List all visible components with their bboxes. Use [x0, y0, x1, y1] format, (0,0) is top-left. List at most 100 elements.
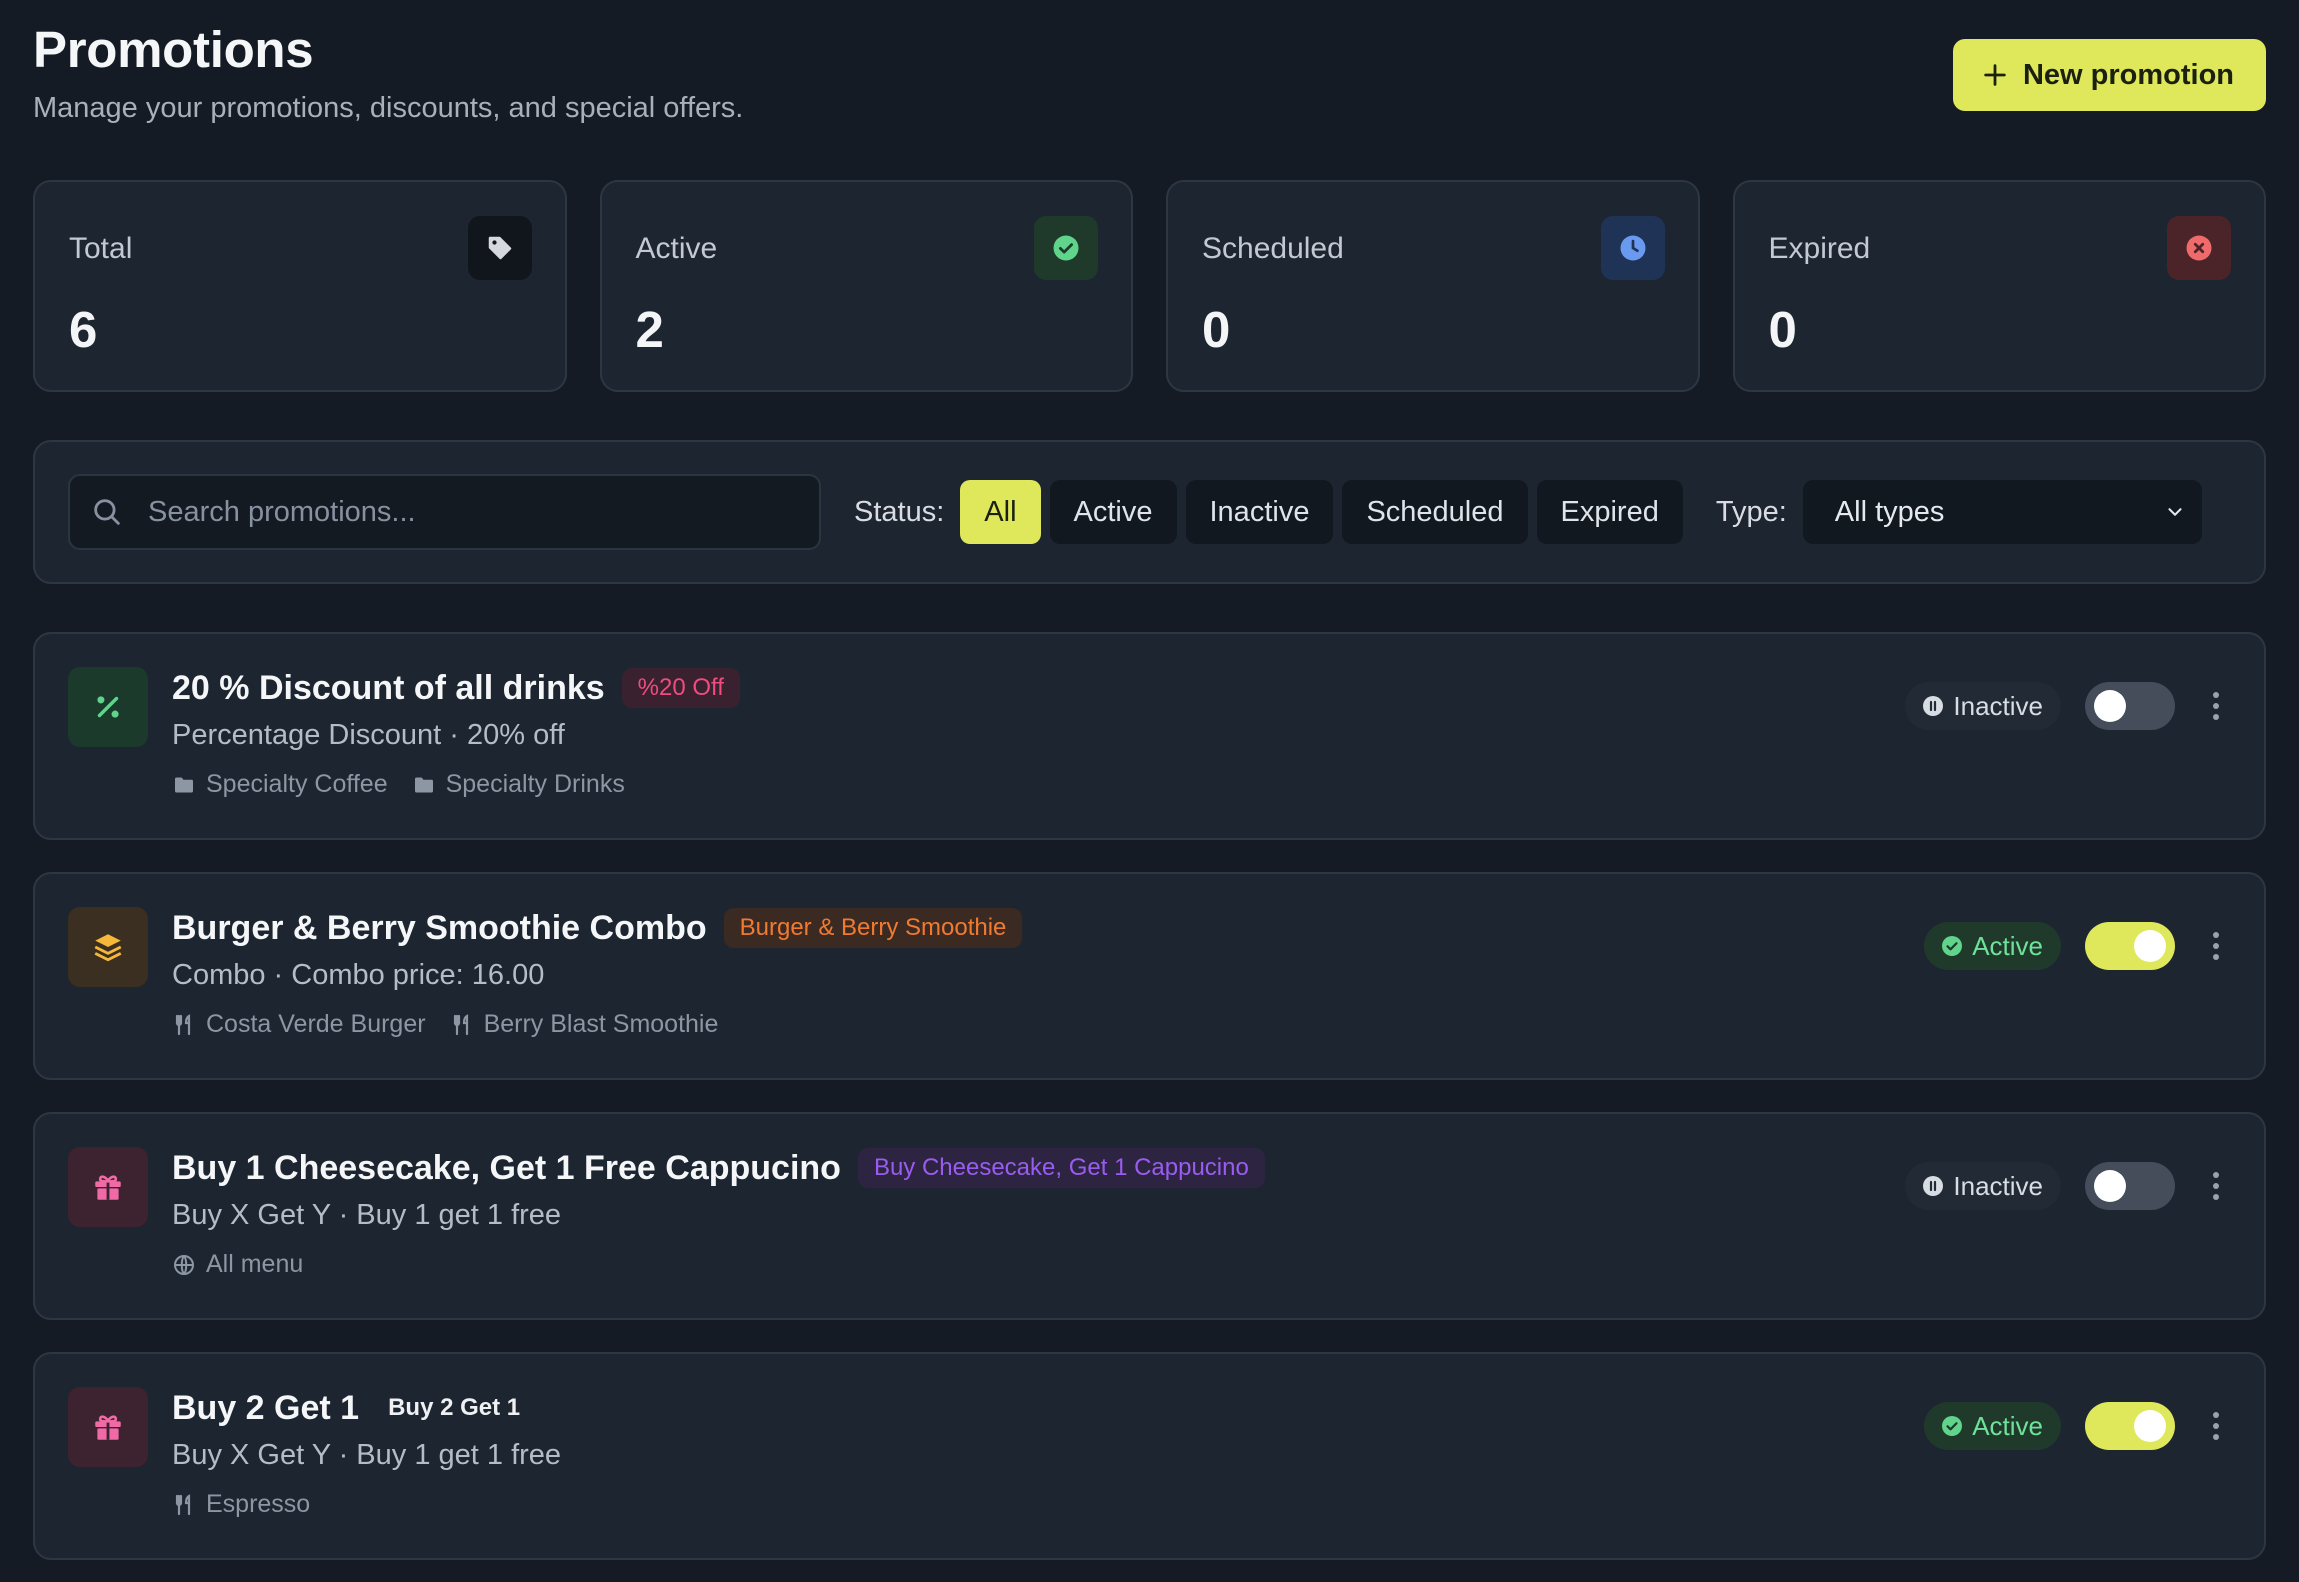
promotion-tag: Berry Blast Smoothie: [450, 1010, 719, 1039]
promotion-card[interactable]: Burger & Berry Smoothie Combo Burger & B…: [33, 872, 2266, 1080]
promotion-controls: Inactive: [1905, 682, 2231, 730]
folder-icon: [414, 777, 433, 792]
pause-circle-icon: [1923, 696, 1944, 716]
promotion-toggle[interactable]: [2085, 682, 2175, 730]
status-badge: Inactive: [1905, 682, 2061, 730]
page-subtitle: Manage your promotions, discounts, and s…: [33, 92, 744, 124]
stat-label: Total: [69, 232, 133, 265]
type-select[interactable]: All types: [1802, 480, 2202, 544]
promotion-card[interactable]: Buy 1 Cheesecake, Get 1 Free Cappucino B…: [33, 1112, 2266, 1320]
tag-icon: [467, 216, 532, 280]
promotion-controls: Active: [1924, 922, 2231, 970]
promotion-title-row: 20 % Discount of all drinks %20 Off: [172, 668, 740, 708]
promotion-title-row: Buy 2 Get 1 Buy 2 Get 1: [172, 1388, 532, 1428]
promotion-tags: Costa Verde Burger Berry Blast Smoothie: [172, 1010, 718, 1039]
promotion-tag-label: Specialty Drinks: [445, 770, 625, 798]
promotion-card[interactable]: Buy 2 Get 1 Buy 2 Get 1 Buy X Get Y · Bu…: [33, 1352, 2266, 1560]
type-filter-label: Type:: [1715, 495, 1787, 528]
promotion-title-row: Buy 1 Cheesecake, Get 1 Free Cappucino B…: [172, 1148, 1265, 1188]
stat-card-active: Active 2: [599, 180, 1133, 392]
plus-icon: [1984, 64, 2006, 86]
folder-icon: [175, 777, 193, 792]
promotion-tag: Espresso: [172, 1490, 310, 1519]
new-promotion-button[interactable]: New promotion: [1952, 39, 2266, 111]
promotion-toggle[interactable]: [2085, 1402, 2175, 1450]
utensils-icon: [175, 1493, 191, 1515]
stat-label: Expired: [1768, 232, 1871, 265]
promotion-tag: Specialty Drinks: [412, 770, 625, 799]
promotion-subtitle: Combo · Combo price: 16.00: [172, 959, 545, 991]
status-filter-inactive[interactable]: Inactive: [1185, 480, 1334, 544]
more-options-button[interactable]: [2201, 1162, 2231, 1210]
promotion-subtitle: Buy X Get Y · Buy 1 get 1 free: [172, 1439, 562, 1471]
status-filter-group: All Active Inactive Scheduled Expired: [960, 480, 1683, 544]
x-circle-icon: [2167, 216, 2231, 280]
stat-label: Active: [635, 232, 718, 265]
more-vertical-icon: [2213, 692, 2219, 720]
stat-value: 6: [69, 301, 98, 358]
promotion-title: Buy 2 Get 1: [172, 1388, 360, 1427]
new-promotion-label: New promotion: [2022, 58, 2234, 91]
promotion-title-row: Burger & Berry Smoothie Combo Burger & B…: [172, 908, 1023, 948]
page-title: Promotions: [33, 21, 314, 78]
stat-value: 2: [635, 301, 664, 358]
gift-icon: [68, 1387, 148, 1467]
stat-value: 0: [1768, 301, 1797, 358]
check-circle-icon: [1942, 936, 1963, 956]
more-vertical-icon: [2213, 1172, 2219, 1200]
status-badge-label: Inactive: [1953, 1170, 2043, 1201]
stat-label: Scheduled: [1202, 232, 1344, 265]
promotion-tags: Specialty Coffee Specialty Drinks: [172, 770, 625, 799]
utensils-icon: [453, 1013, 468, 1035]
toggle-knob: [2134, 930, 2166, 962]
search-box: [68, 474, 821, 550]
toggle-knob: [2094, 690, 2126, 722]
globe-icon: [174, 1254, 194, 1275]
promotion-tag-label: All menu: [206, 1250, 304, 1278]
utensils-icon: [175, 1013, 191, 1035]
status-badge: Active: [1924, 922, 2061, 970]
toggle-knob: [2134, 1410, 2166, 1442]
promotion-badge: %20 Off: [621, 668, 740, 708]
type-select-value: All types: [1834, 495, 1945, 528]
stat-value: 0: [1202, 301, 1231, 358]
more-options-button[interactable]: [2201, 682, 2231, 730]
search-input[interactable]: [148, 495, 768, 529]
filter-bar: Status: All Active Inactive Scheduled Ex…: [33, 440, 2266, 584]
more-options-button[interactable]: [2201, 1402, 2231, 1450]
status-badge: Inactive: [1905, 1162, 2061, 1210]
promotion-tag-label: Espresso: [206, 1490, 311, 1518]
promotion-toggle[interactable]: [2085, 1162, 2175, 1210]
pause-circle-icon: [1923, 1176, 1944, 1196]
more-options-button[interactable]: [2201, 922, 2231, 970]
more-vertical-icon: [2213, 1412, 2219, 1440]
status-badge-label: Inactive: [1953, 690, 2043, 721]
promotion-tag-label: Costa Verde Burger: [206, 1010, 426, 1038]
promotion-tag-label: Berry Blast Smoothie: [483, 1010, 719, 1038]
promotion-badge: Buy 2 Get 1: [388, 1394, 521, 1421]
promotions-list: 20 % Discount of all drinks %20 Off Perc…: [33, 632, 2266, 1560]
promotion-title: Burger & Berry Smoothie Combo: [172, 908, 707, 947]
layers-icon: [68, 907, 148, 987]
promotion-tag: All menu: [172, 1250, 303, 1279]
promotion-tag: Costa Verde Burger: [172, 1010, 426, 1039]
promotion-tags: All menu: [172, 1250, 303, 1279]
clock-icon: [1600, 216, 1665, 280]
promotion-card[interactable]: 20 % Discount of all drinks %20 Off Perc…: [33, 632, 2266, 840]
status-filter-all[interactable]: All: [960, 480, 1041, 544]
status-filter-active[interactable]: Active: [1049, 480, 1177, 544]
status-filter-scheduled[interactable]: Scheduled: [1342, 480, 1528, 544]
status-filter-expired[interactable]: Expired: [1536, 480, 1683, 544]
status-filter-label: Status:: [854, 495, 945, 528]
chevron-down-icon: [2168, 508, 2182, 516]
status-badge-label: Active: [1972, 1410, 2043, 1441]
promotion-subtitle: Percentage Discount · 20% off: [172, 719, 565, 751]
promotion-controls: Active: [1924, 1402, 2231, 1450]
promotion-tags: Espresso: [172, 1490, 310, 1519]
promotion-toggle[interactable]: [2085, 922, 2175, 970]
promotion-subtitle: Buy X Get Y · Buy 1 get 1 free: [172, 1199, 562, 1231]
promotion-tag: Specialty Coffee: [172, 770, 388, 799]
stat-card-total: Total 6: [33, 180, 567, 392]
status-badge: Active: [1924, 1402, 2061, 1450]
toggle-knob: [2094, 1170, 2126, 1202]
